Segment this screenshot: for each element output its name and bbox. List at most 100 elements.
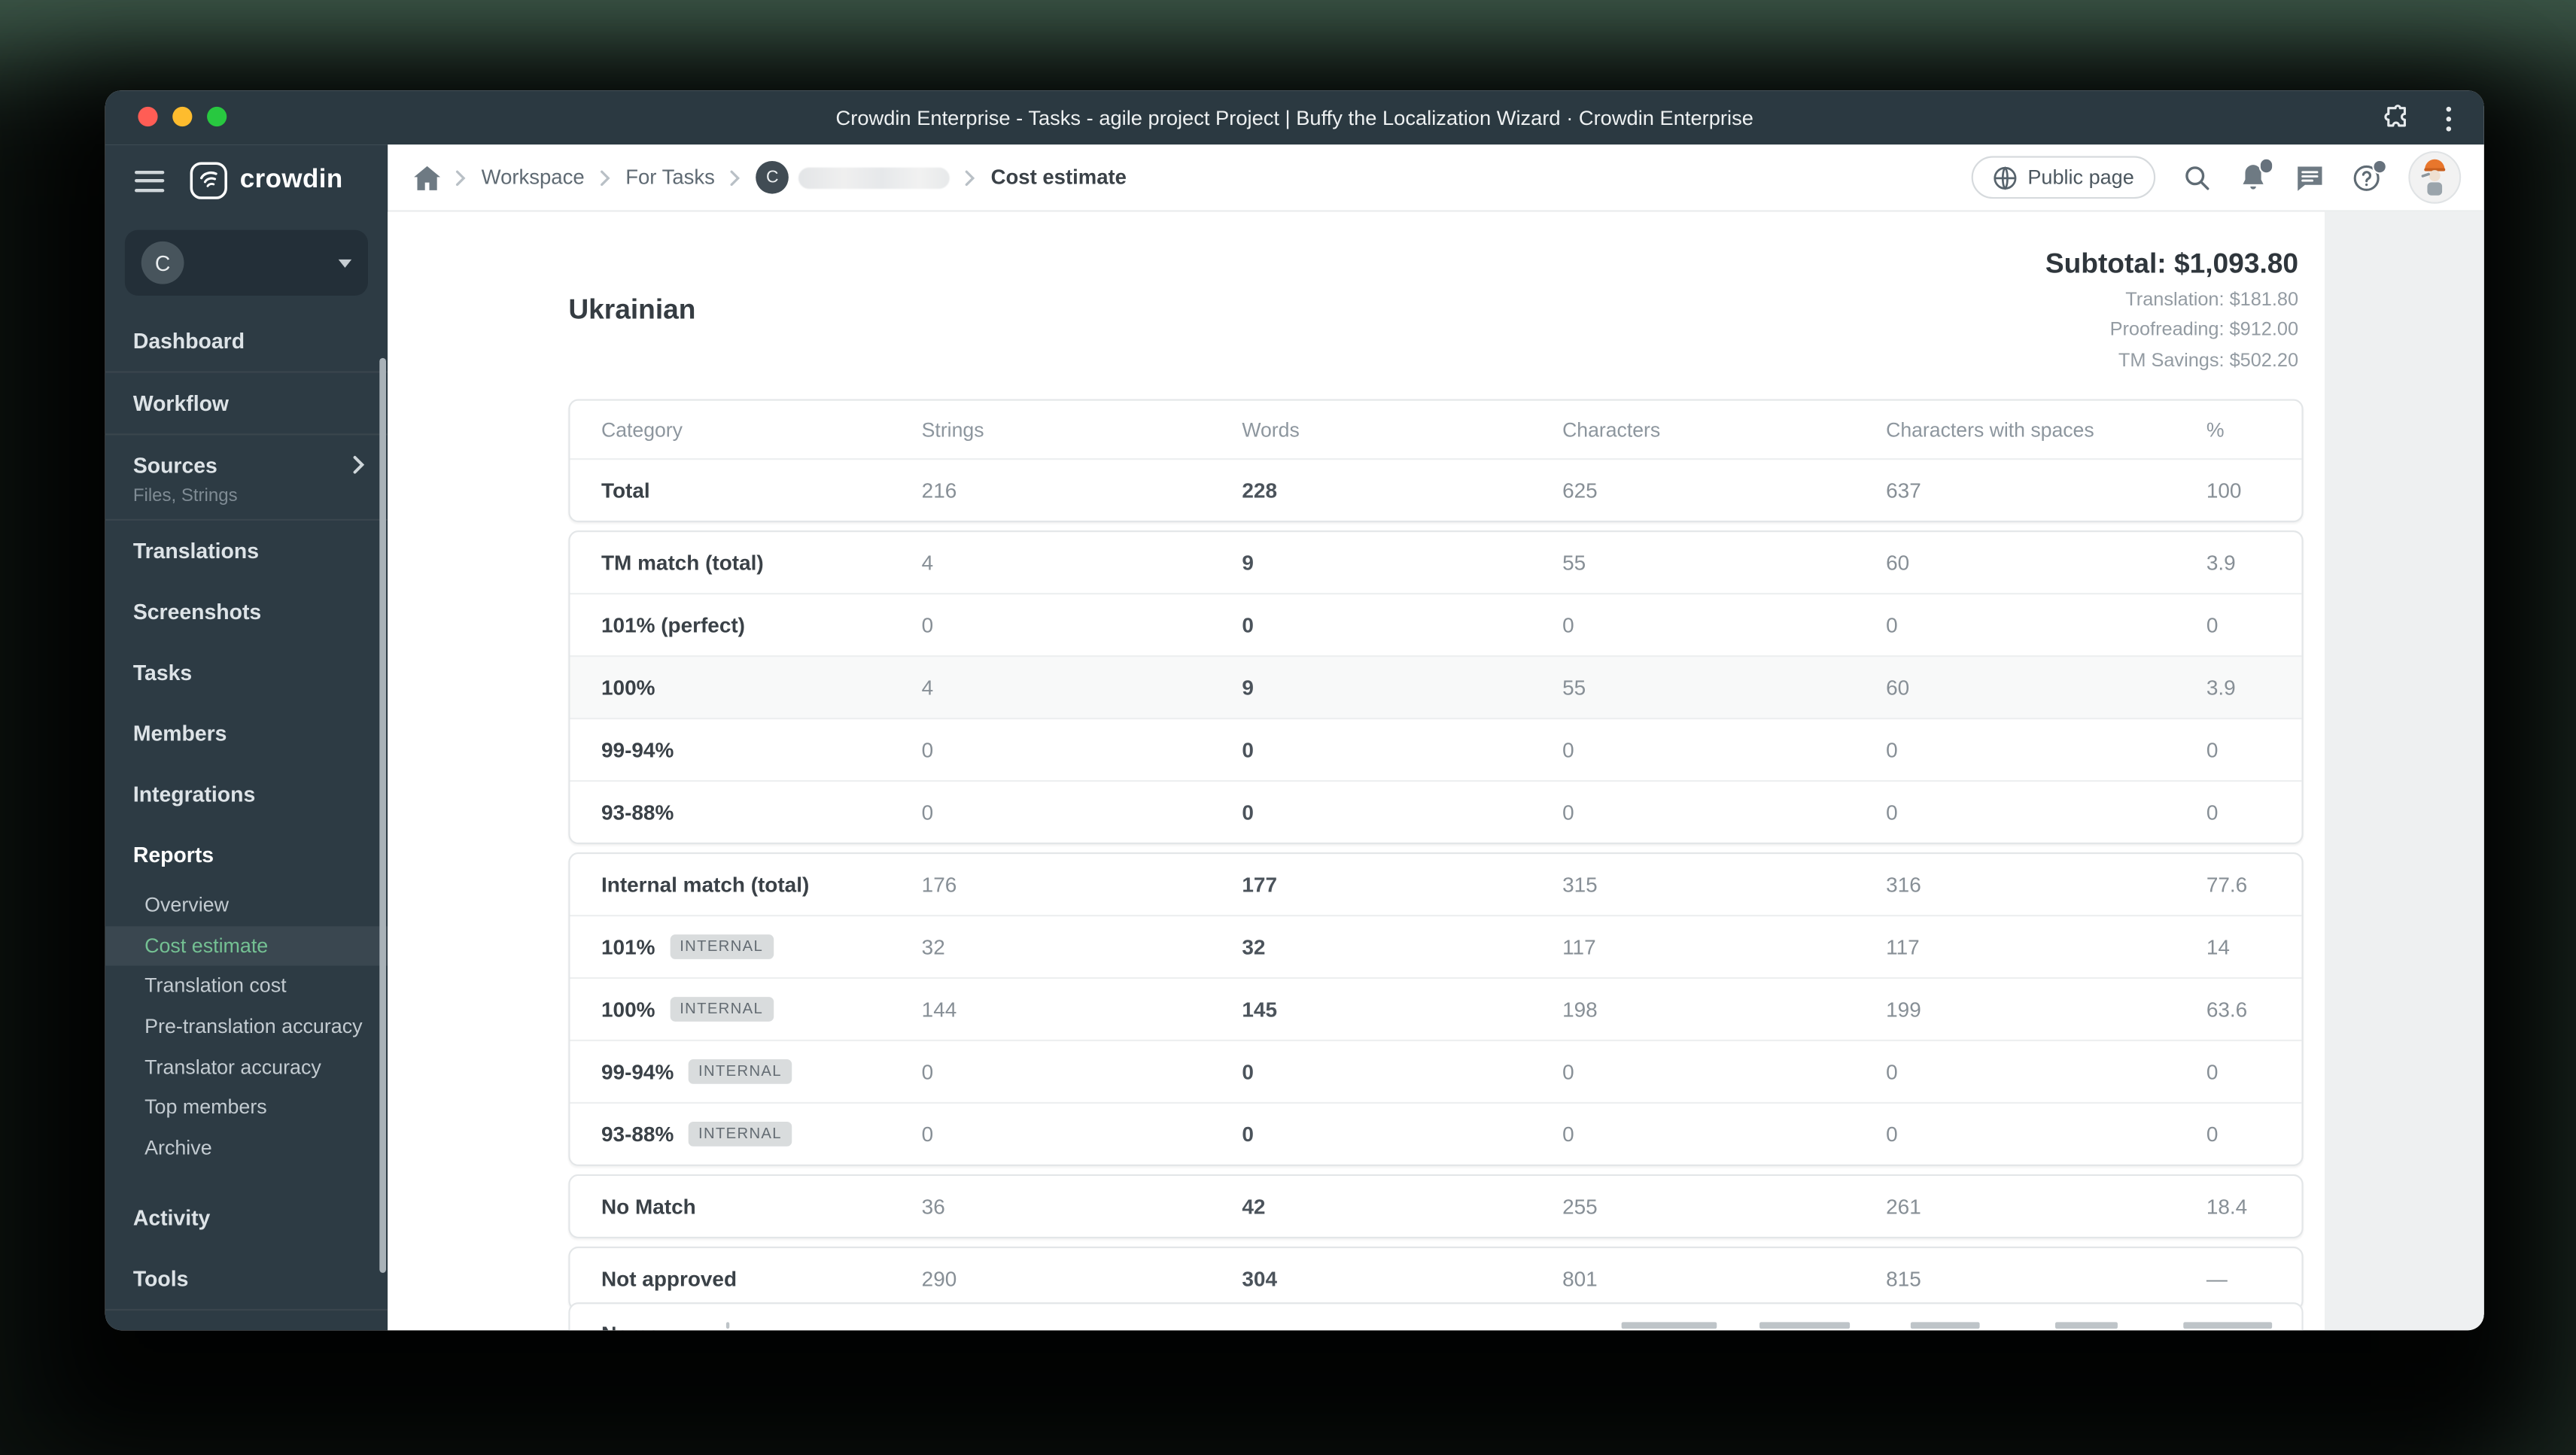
hamburger-menu-icon[interactable] — [135, 164, 165, 197]
value-cell: 0 — [2206, 737, 2219, 762]
value-cell: 316 — [1886, 872, 1921, 897]
sidebar-item-dashboard[interactable]: Dashboard — [105, 311, 388, 372]
zoom-window-button[interactable] — [207, 106, 227, 127]
sidebar-item-screenshots[interactable]: Screenshots — [105, 582, 388, 642]
value-cell: 177 — [1242, 872, 1278, 897]
sidebar-item-reports-overview[interactable]: Overview — [105, 885, 388, 926]
value-cell: 32 — [1242, 934, 1266, 959]
category-cell: Total — [601, 478, 650, 503]
tm-savings-line: TM Savings: $502.20 — [2118, 349, 2299, 371]
value-cell: 0 — [1242, 612, 1254, 638]
table-row: Not approved 290 304 801 815 — — [570, 1248, 2302, 1309]
minimize-window-button[interactable] — [172, 106, 193, 127]
value-cell: 625 — [1562, 478, 1598, 503]
home-icon[interactable] — [414, 165, 441, 190]
value-cell: 4 — [921, 675, 934, 700]
browser-window: Crowdin Enterprise - Tasks - agile proje… — [105, 90, 2484, 1331]
value-cell: 0 — [1242, 800, 1254, 825]
value-cell: 0 — [1886, 737, 1898, 762]
value-cell: 0 — [1886, 612, 1898, 638]
extensions-icon[interactable] — [2384, 104, 2412, 132]
browser-menu-icon[interactable] — [2445, 102, 2452, 136]
value-cell: 0 — [2206, 1059, 2219, 1084]
value-cell: 0 — [1562, 612, 1574, 638]
category-cell: 93-88% — [601, 800, 674, 825]
close-window-button[interactable] — [138, 106, 158, 127]
brand-wordmark: crowdin — [239, 166, 343, 194]
crowdin-logo[interactable]: crowdin — [189, 161, 343, 200]
chevron-right-icon — [965, 169, 976, 187]
sidebar-item-activity[interactable]: Activity — [105, 1188, 388, 1249]
breadcrumb-current: Cost estimate — [990, 166, 1127, 190]
table-row: 100% 4 9 55 60 3.9 — [570, 655, 2302, 718]
value-cell: 198 — [1562, 997, 1598, 1022]
value-cell: 144 — [921, 997, 957, 1022]
category-cell: 101% INTERNAL — [601, 934, 922, 959]
clipped-text-fragment — [2183, 1322, 2273, 1329]
breadcrumb-project[interactable]: C — [756, 160, 950, 194]
sidebar-item-reports-archive[interactable]: Archive — [105, 1128, 388, 1168]
sidebar-item-reports-top-members[interactable]: Top members — [105, 1087, 388, 1128]
window-title: Crowdin Enterprise - Tasks - agile proje… — [835, 105, 1753, 129]
sidebar-item-workflow[interactable]: Workflow — [105, 373, 388, 434]
category-cell: 93-88% INTERNAL — [601, 1122, 922, 1147]
report-content: Ukrainian Subtotal: $1,093.80 Translatio… — [388, 211, 2484, 1331]
sidebar-scrollbar[interactable] — [379, 357, 387, 1273]
breadcrumb: Workspace For Tasks C Cost estimate — [414, 160, 1127, 194]
value-cell: 117 — [1886, 934, 1920, 959]
sidebar-item-tools[interactable]: Tools — [105, 1248, 388, 1309]
workspace-switcher[interactable]: C — [124, 229, 369, 296]
workspace-avatar: C — [141, 241, 184, 284]
sidebar-item-reports-translator-accuracy[interactable]: Translator accuracy — [105, 1046, 388, 1087]
messages-icon[interactable] — [2295, 163, 2325, 191]
table-row: TM match (total) 4 9 55 60 3.9 — [570, 532, 2302, 593]
chevron-right-icon — [455, 169, 467, 187]
globe-icon — [1994, 166, 2017, 190]
subtotal-value: Subtotal: $1,093.80 — [2045, 248, 2299, 280]
value-cell: 3.9 — [2206, 550, 2236, 576]
language-title: Ukrainian — [568, 293, 696, 326]
sidebar-item-reports-pretranslation-accuracy[interactable]: Pre-translation accuracy — [105, 1007, 388, 1047]
chevron-right-icon — [730, 169, 741, 187]
sidebar-item-sources-subtitle: Files, Strings — [132, 486, 238, 506]
value-cell: 216 — [921, 478, 957, 503]
value-cell: 0 — [921, 1122, 934, 1147]
value-cell: 60 — [1886, 675, 1910, 700]
sidebar-menu: Dashboard Workflow Sources Files, String… — [105, 311, 388, 1330]
category-cell: 99-94% INTERNAL — [601, 1059, 922, 1084]
table-row: 93-88% INTERNAL 0 0 0 0 0 — [570, 1101, 2302, 1165]
value-cell: 0 — [1242, 1059, 1254, 1084]
subtotal-block: Subtotal: $1,093.80 Translation: $181.80… — [2045, 248, 2298, 371]
sidebar-item-sources[interactable]: Sources Files, Strings — [105, 436, 388, 519]
help-icon[interactable] — [2352, 158, 2387, 191]
category-cell: 100% — [601, 675, 655, 700]
sidebar-item-translations[interactable]: Translations — [105, 521, 388, 582]
breadcrumb-for-tasks[interactable]: For Tasks — [625, 166, 715, 189]
value-cell: 0 — [2206, 612, 2219, 638]
value-cell: 9 — [1242, 550, 1254, 576]
category-cell: 99-94% — [601, 737, 674, 762]
sidebar-item-integrations[interactable]: Integrations — [105, 764, 388, 825]
sidebar-item-reports-translation-cost[interactable]: Translation cost — [105, 966, 388, 1007]
value-cell: 0 — [1562, 800, 1574, 825]
sidebar-item-members[interactable]: Members — [105, 703, 388, 764]
value-cell: 0 — [1242, 737, 1254, 762]
notifications-bell-icon[interactable] — [2239, 157, 2274, 192]
value-cell: 815 — [1886, 1266, 1921, 1291]
clipped-text-fragment — [725, 1322, 730, 1329]
value-cell: 18.4 — [2206, 1194, 2248, 1219]
value-cell: 9 — [1242, 675, 1254, 700]
table-group: Not approved 290 304 801 815 — — [568, 1246, 2304, 1311]
category-cell: Not approved — [601, 1266, 738, 1291]
sidebar-item-reports-cost-estimate[interactable]: Cost estimate — [105, 925, 388, 967]
sidebar-item-reports[interactable]: Reports — [105, 825, 388, 885]
breadcrumb-workspace[interactable]: Workspace — [482, 166, 585, 189]
search-icon[interactable] — [2183, 163, 2211, 191]
sidebar-item-tasks[interactable]: Tasks — [105, 642, 388, 703]
browser-titlebar: Crowdin Enterprise - Tasks - agile proje… — [105, 90, 2484, 145]
column-header: Characters with spaces — [1886, 418, 2094, 442]
table-row: 99-94% 0 0 0 0 0 — [570, 717, 2302, 780]
sidebar-item-settings[interactable]: Settings — [105, 1311, 388, 1330]
user-avatar[interactable] — [2408, 150, 2462, 204]
public-page-button[interactable]: Public page — [1972, 156, 2156, 199]
